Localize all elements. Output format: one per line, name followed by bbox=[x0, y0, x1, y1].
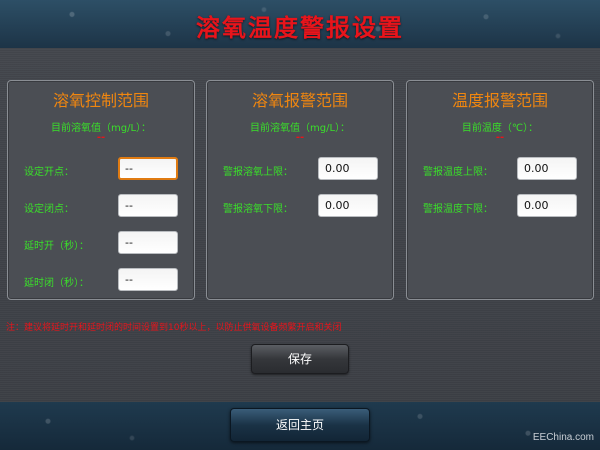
set-close-point-input[interactable]: -- bbox=[118, 194, 178, 217]
delay-close-input[interactable]: -- bbox=[118, 268, 178, 291]
temp-alarm-panel: 温度报警范围 目前温度（℃）： -- 警报温度上限： 0.00 警报温度下限： … bbox=[406, 80, 594, 300]
delay-close-label: 延时闭（秒）： bbox=[24, 278, 89, 289]
do-upper-limit-input[interactable]: 0.00 bbox=[318, 157, 378, 180]
panel-title: 温度报警范围 bbox=[451, 91, 548, 110]
panel-title: 溶氧报警范围 bbox=[251, 91, 348, 110]
set-open-point-label: 设定开点： bbox=[24, 167, 74, 178]
temp-lower-limit-input[interactable]: 0.00 bbox=[517, 194, 577, 217]
do-alarm-panel: 溶氧报警范围 目前溶氧值（mg/L）： -- 警报溶氧上限： 0.00 警报溶氧… bbox=[206, 80, 394, 300]
set-open-point-input[interactable]: -- bbox=[118, 157, 178, 180]
page-title: 溶氧温度警报设置 bbox=[196, 14, 404, 42]
temp-lower-limit-label: 警报温度下限： bbox=[423, 204, 493, 215]
current-do-value: -- bbox=[96, 132, 106, 143]
return-home-button[interactable]: 返回主页 bbox=[230, 408, 370, 442]
current-do-value: -- bbox=[295, 132, 305, 143]
temp-upper-limit-label: 警报温度上限： bbox=[423, 167, 493, 178]
delay-note: 注：建议将延时开和延时闭的时间设置到10秒以上，以防止供氧设备频繁开启和关闭 bbox=[6, 323, 342, 333]
delay-open-label: 延时开（秒）： bbox=[24, 241, 89, 252]
watermark: EEChina.com bbox=[532, 432, 594, 443]
panel-title: 溶氧控制范围 bbox=[52, 91, 149, 110]
temp-upper-limit-input[interactable]: 0.00 bbox=[517, 157, 577, 180]
do-upper-limit-label: 警报溶氧上限： bbox=[223, 167, 293, 178]
save-button[interactable]: 保存 bbox=[251, 344, 349, 374]
do-control-panel: 溶氧控制范围 目前溶氧值（mg/L）： -- 设定开点： -- 设定闭点： --… bbox=[7, 80, 195, 300]
set-close-point-label: 设定闭点： bbox=[24, 204, 74, 215]
do-lower-limit-label: 警报溶氧下限： bbox=[223, 204, 293, 215]
current-temp-value: -- bbox=[495, 132, 505, 143]
do-lower-limit-input[interactable]: 0.00 bbox=[318, 194, 378, 217]
delay-open-input[interactable]: -- bbox=[118, 231, 178, 254]
